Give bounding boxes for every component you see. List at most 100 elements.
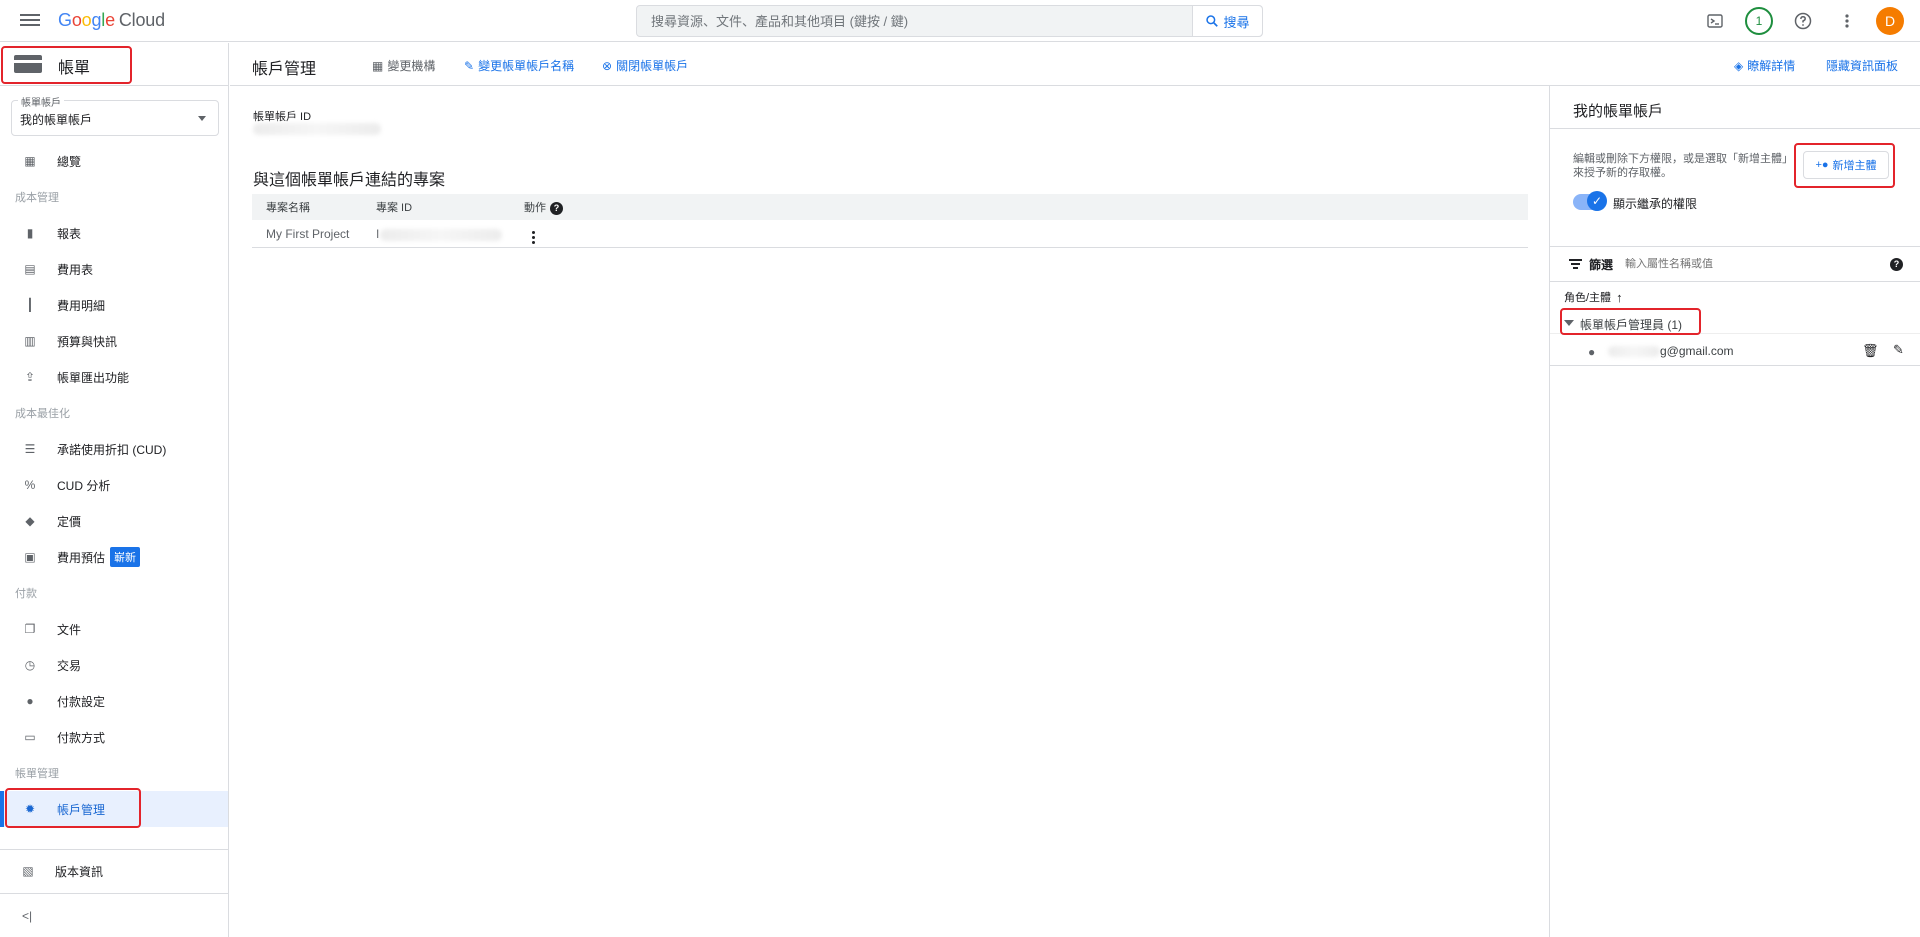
logo-letter: g xyxy=(91,10,102,30)
sidebar-item-release-notes[interactable]: ▧ 版本資訊 xyxy=(0,850,228,892)
section-label-billing-management: 帳單管理 xyxy=(15,768,59,780)
page-title: 帳戶管理 xyxy=(252,61,317,78)
release-notes-icon: ▧ xyxy=(22,864,34,878)
sidebar-item-reports[interactable]: ▮ 報表 xyxy=(0,215,228,251)
sidebar-item-budgets[interactable]: ▥ 預算與快訊 xyxy=(0,323,228,359)
logo-letter: o xyxy=(71,10,82,30)
search-button[interactable]: 搜尋 xyxy=(1192,6,1262,36)
info-panel: 我的帳單帳戶 編輯或刪除下方權限，或是選取「新增主體」來授予新的存取權。 +● 新… xyxy=(1549,86,1920,937)
section-label-cost-optimization: 成本最佳化 xyxy=(15,408,70,420)
sidebar-item-payment-settings[interactable]: ● 付款設定 xyxy=(0,683,228,719)
sidebar-item-overview[interactable]: ▦ 總覽 xyxy=(0,143,228,179)
column-header-name[interactable]: 專案名稱 xyxy=(252,199,366,215)
person-icon: ● xyxy=(26,694,34,708)
left-sidebar: 帳單 帳單帳戶 我的帳單帳戶 ▦ 總覽 成本管理 ▮ 報表 ▤ 費用表 ┃ 費用明細 ▥… xyxy=(0,43,229,937)
sidebar-item-label: 費用明細 xyxy=(57,298,106,313)
google-cloud-logo[interactable]: Google Cloud xyxy=(58,10,165,31)
change-org-label: 變更機構 xyxy=(387,59,436,73)
sidebar-item-cost-table[interactable]: ▤ 費用表 xyxy=(0,251,228,287)
sidebar-item-cost-estimate[interactable]: ▣ 費用預估 嶄新 xyxy=(0,539,228,575)
credit-card-icon: ▭ xyxy=(24,730,36,744)
search-bar: 搜尋 xyxy=(636,5,1263,37)
sidebar-item-label: 預算與快訊 xyxy=(57,334,118,349)
more-vert-icon[interactable] xyxy=(1832,6,1862,36)
sidebar-item-label: 費用表 xyxy=(57,262,94,277)
info-panel-header: 我的帳單帳戶 xyxy=(1550,86,1920,129)
logo-suffix: Cloud xyxy=(118,10,165,30)
sidebar-nav: ▦ 總覽 成本管理 ▮ 報表 ▤ 費用表 ┃ 費用明細 ▥ 預算與快訊 ⇪ 帳單匯出功能 成… xyxy=(0,143,228,827)
account-select-value: 我的帳單帳戶 xyxy=(20,113,93,127)
help-icon[interactable]: ? xyxy=(1890,257,1903,271)
sidebar-item-transactions[interactable]: ◷ 交易 xyxy=(0,647,228,683)
close-account-button[interactable]: ⊗ 關閉帳單帳戶 xyxy=(602,57,688,74)
sidebar-item-cud-analysis[interactable]: % CUD 分析 xyxy=(0,467,228,503)
collapse-sidebar-button[interactable]: <| xyxy=(0,893,228,937)
show-inherited-toggle[interactable] xyxy=(1573,191,1607,211)
help-icon[interactable] xyxy=(1788,6,1818,36)
add-principal-label: 新增主體 xyxy=(1832,160,1877,172)
sidebar-item-label: 版本資訊 xyxy=(55,864,104,879)
sidebar-item-label: 帳戶管理 xyxy=(57,802,106,817)
expand-caret-icon[interactable] xyxy=(1564,320,1574,326)
sidebar-item-label: 費用預估 xyxy=(57,550,106,565)
table-icon: ▤ xyxy=(24,262,36,276)
hide-info-panel-label: 隱藏資訊面板 xyxy=(1826,59,1899,73)
learn-more-button[interactable]: ◈ 瞭解詳情 xyxy=(1734,57,1795,74)
sidebar-item-cost-breakdown[interactable]: ┃ 費用明細 xyxy=(0,287,228,323)
member-row: ● g@gmail.com 🗑 ✎ xyxy=(1550,336,1920,366)
info-panel-title: 我的帳單帳戶 xyxy=(1573,103,1664,120)
school-icon: ◈ xyxy=(1734,58,1744,73)
cloud-shell-icon[interactable] xyxy=(1700,6,1730,36)
sidebar-item-payment-method[interactable]: ▭ 付款方式 xyxy=(0,719,228,755)
add-principal-button[interactable]: +● 新增主體 xyxy=(1803,151,1889,179)
hide-info-panel-button[interactable]: 隱藏資訊面板 xyxy=(1826,57,1898,74)
main-menu-icon[interactable] xyxy=(20,11,40,31)
sidebar-footer: ▧ 版本資訊 xyxy=(0,849,228,892)
sidebar-item-label: 交易 xyxy=(57,658,82,673)
sidebar-item-cud[interactable]: ☰ 承諾使用折扣 (CUD) xyxy=(0,431,228,467)
billing-account-select[interactable]: 帳單帳戶 我的帳單帳戶 xyxy=(11,94,219,136)
sidebar-item-account-management[interactable]: ✹ 帳戶管理 xyxy=(0,791,228,827)
filter-bar: 篩選 ? xyxy=(1550,246,1920,282)
rename-account-label: 變更帳單帳戶名稱 xyxy=(478,59,575,73)
projects-section-title: 與這個帳單帳戶連結的專案 xyxy=(253,172,446,189)
roles-column-header[interactable]: 角色/主體 ↑ xyxy=(1564,289,1623,305)
project-id-redacted xyxy=(380,228,502,241)
more-vert-icon[interactable] xyxy=(532,231,535,244)
project-id-prefix: I xyxy=(376,226,380,241)
dashboard-icon: ▦ xyxy=(24,154,36,168)
search-input[interactable] xyxy=(637,6,1192,36)
filter-label: 篩選 xyxy=(1589,257,1614,272)
help-icon[interactable]: ? xyxy=(550,201,563,215)
filter-icon[interactable] xyxy=(1569,257,1582,271)
learn-more-label: 瞭解詳情 xyxy=(1747,59,1796,73)
edit-icon[interactable]: ✎ xyxy=(1893,342,1904,358)
table-header-row: 專案名稱 專案 ID 動作? xyxy=(252,194,1528,220)
actions-cell xyxy=(524,223,664,244)
info-panel-description: 編輯或刪除下方權限，或是選取「新增主體」來授予新的存取權。 xyxy=(1573,153,1793,179)
delete-icon[interactable]: 🗑 xyxy=(1862,343,1879,359)
role-group-row[interactable]: 帳單帳戶管理員 (1) xyxy=(1550,312,1920,334)
sidebar-item-billing-export[interactable]: ⇪ 帳單匯出功能 xyxy=(0,359,228,395)
sidebar-item-label: 帳單匯出功能 xyxy=(57,370,130,385)
sidebar-item-pricing[interactable]: ◆ 定價 xyxy=(0,503,228,539)
rename-account-button[interactable]: ✎ 變更帳單帳戶名稱 xyxy=(464,57,574,74)
page-header: 帳戶管理 ▦ 變更機構 ✎ 變更帳單帳戶名稱 ⊗ 關閉帳單帳戶 ◈ 瞭解詳情 隱藏資訊面… xyxy=(230,43,1920,86)
column-header-id[interactable]: 專案 ID xyxy=(366,199,524,215)
notifications-icon[interactable]: 1 xyxy=(1744,6,1774,36)
documents-icon: ❐ xyxy=(24,622,36,636)
sidebar-title: 帳單 xyxy=(58,60,91,77)
section-label-payments: 付款 xyxy=(15,588,37,600)
person-icon: ● xyxy=(1588,345,1596,359)
search-button-label: 搜尋 xyxy=(1223,14,1250,30)
change-org-button[interactable]: ▦ 變更機構 xyxy=(372,57,435,74)
percent-icon: % xyxy=(24,478,36,492)
collapse-icon: <| xyxy=(22,908,33,923)
roles-header-label: 角色/主體 xyxy=(1564,292,1612,304)
sidebar-item-documents[interactable]: ❐ 文件 xyxy=(0,611,228,647)
filter-input[interactable] xyxy=(1625,258,1886,270)
avatar[interactable]: D xyxy=(1876,7,1904,35)
projects-table: 專案名稱 專案 ID 動作? My First Project I xyxy=(252,194,1528,248)
show-inherited-label: 顯示繼承的權限 xyxy=(1613,197,1698,211)
role-name: 帳單帳戶管理員 (1) xyxy=(1580,318,1683,332)
